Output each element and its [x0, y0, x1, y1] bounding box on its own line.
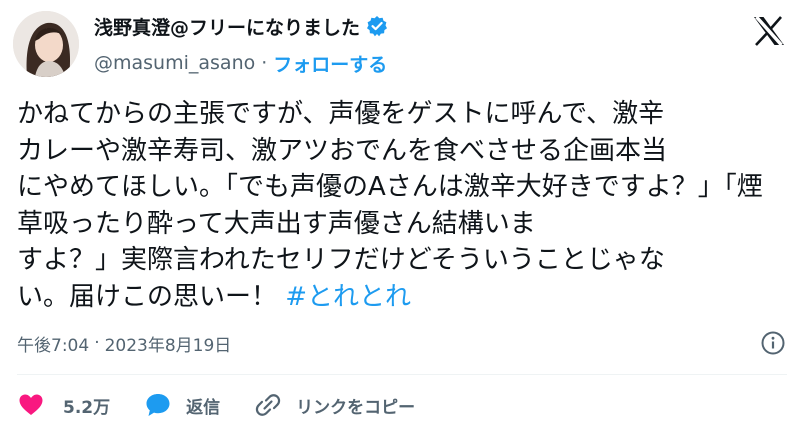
tweet-body: かねてからの主張ですが、声優をゲストに呼んで、激辛 カレーや激辛寿司、激アツおで…: [17, 99, 763, 312]
tweet-text: かねてからの主張ですが、声優をゲストに呼んで、激辛 カレーや激辛寿司、激アツおで…: [17, 96, 787, 315]
divider: [17, 374, 787, 375]
reply-button[interactable]: 返信: [144, 391, 220, 419]
tweet-time[interactable]: 午後7:04: [17, 331, 89, 356]
verified-badge-icon: [366, 15, 388, 37]
handle[interactable]: @masumi_asano: [94, 52, 255, 74]
tweet-date[interactable]: 2023年8月19日: [105, 331, 232, 356]
hashtag-link[interactable]: #とれとれ: [285, 282, 411, 312]
display-name[interactable]: 浅野真澄@フリーになりました: [94, 13, 360, 40]
copy-link-button[interactable]: リンクをコピー: [254, 391, 415, 419]
reply-bubble-icon: [146, 394, 170, 416]
x-logo-icon[interactable]: [752, 15, 786, 47]
info-icon[interactable]: [760, 330, 786, 356]
follow-button[interactable]: フォローする: [273, 50, 387, 77]
heart-icon: [19, 394, 43, 415]
handle-separator: ·: [261, 52, 268, 74]
link-icon: [255, 394, 281, 416]
like-button[interactable]: 5.2万: [17, 391, 110, 419]
copy-link-label: リンクをコピー: [296, 397, 416, 418]
avatar[interactable]: [13, 11, 79, 77]
handle-row: @masumi_asano · フォローする: [94, 50, 387, 76]
like-count: 5.2万: [63, 397, 111, 418]
action-bar: 5.2万 返信 リンクをコピー: [17, 388, 449, 422]
author-name-row: 浅野真澄@フリーになりました: [94, 13, 388, 39]
tweet-timestamp[interactable]: 午後7:04 · 2023年8月19日: [17, 330, 231, 356]
reply-label: 返信: [186, 397, 221, 418]
meta-separator: ·: [94, 333, 100, 353]
